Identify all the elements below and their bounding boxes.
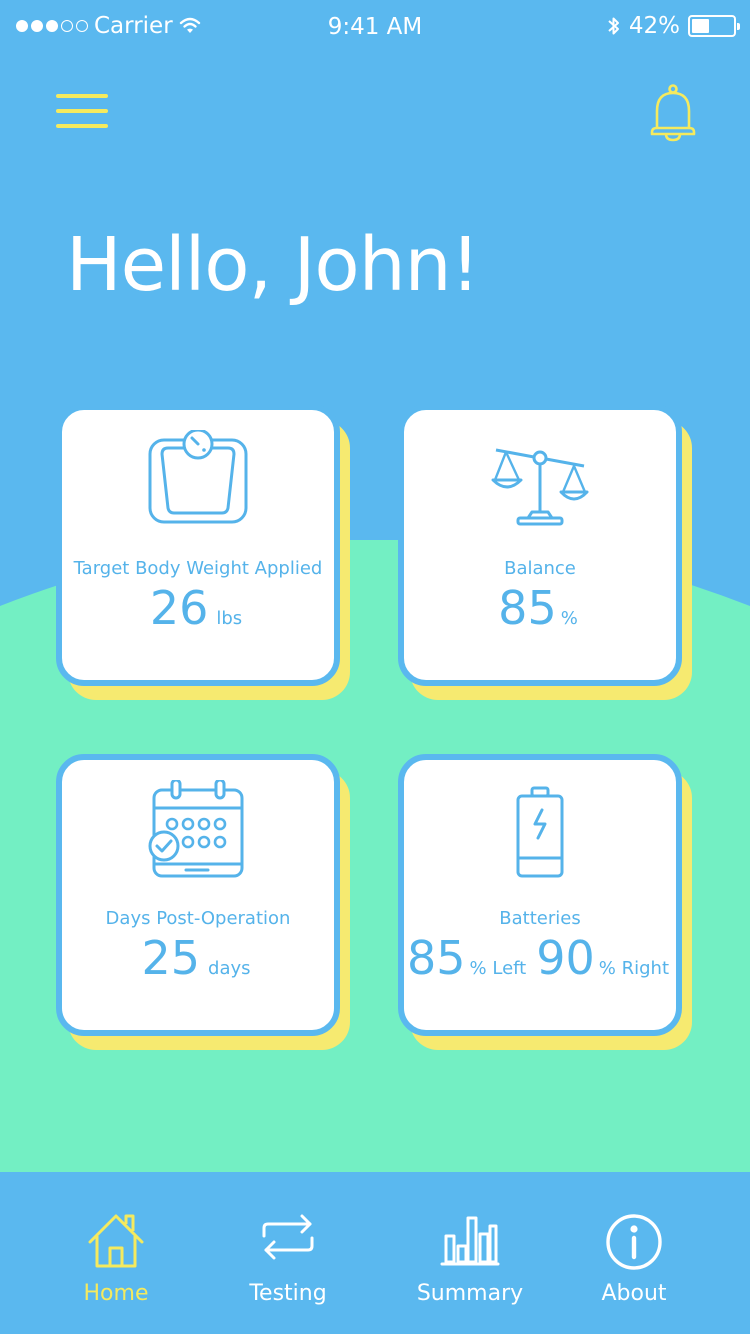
notification-button[interactable] — [646, 84, 700, 144]
batteries-value-row: 85 % Left 90 % Right — [404, 930, 676, 986]
battery-percent: 42% — [628, 13, 680, 39]
days-post-operation-card[interactable]: Days Post-Operation 25 days — [56, 754, 340, 1036]
weight-label: Target Body Weight Applied — [73, 558, 323, 579]
bell-icon — [650, 84, 696, 142]
balance-value: 85 — [498, 581, 557, 635]
balance-scale-icon — [491, 448, 589, 526]
target-weight-card[interactable]: Target Body Weight Applied 26 lbs — [56, 404, 340, 686]
balance-unit: % — [560, 608, 578, 629]
scale-icon — [148, 430, 248, 524]
info-icon — [606, 1214, 662, 1270]
nav-testing[interactable]: Testing — [213, 1172, 363, 1334]
batteries-label: Batteries — [499, 908, 581, 929]
home-icon — [88, 1214, 144, 1268]
bar-chart-icon — [440, 1216, 500, 1266]
home-screen: Carrier 9:41 AM 42% Hello, John! Target … — [0, 0, 750, 1334]
status-bar: Carrier 9:41 AM 42% — [0, 0, 750, 56]
weight-card-wrapper: Target Body Weight Applied 26 lbs — [56, 404, 350, 700]
balance-card-wrapper: Balance 85 % — [398, 404, 692, 700]
bottom-navigation: Home Testing Summary About — [0, 1172, 750, 1334]
days-value: 25 — [141, 931, 201, 985]
status-right: 42% — [607, 13, 740, 39]
nav-home-label: Home — [83, 1281, 149, 1306]
battery-right-unit: % Right — [598, 958, 670, 979]
swap-arrows-icon — [262, 1214, 314, 1260]
calendar-icon — [148, 780, 244, 878]
balance-card[interactable]: Balance 85 % — [398, 404, 682, 686]
days-value-row: 25 days — [62, 930, 334, 986]
nav-summary-label: Summary — [416, 1281, 524, 1306]
balance-value-row: 85 % — [404, 580, 676, 636]
battery-left-value: 85 — [406, 931, 466, 985]
battery-right-value: 90 — [536, 931, 595, 985]
days-label: Days Post-Operation — [105, 908, 291, 929]
nav-home[interactable]: Home — [41, 1172, 191, 1334]
batteries-card-wrapper: Batteries 85 % Left 90 % Right — [398, 754, 692, 1050]
menu-button[interactable] — [56, 92, 110, 132]
battery-left-unit: % Left — [469, 958, 527, 979]
battery-icon — [688, 15, 740, 37]
weight-value: 26 — [149, 581, 209, 635]
battery-icon — [516, 786, 564, 878]
nav-about-label: About — [601, 1281, 667, 1306]
weight-unit: lbs — [216, 608, 243, 629]
nav-about[interactable]: About — [559, 1172, 709, 1334]
batteries-card[interactable]: Batteries 85 % Left 90 % Right — [398, 754, 682, 1036]
days-unit: days — [208, 958, 251, 979]
weight-value-row: 26 lbs — [62, 580, 334, 636]
nav-testing-label: Testing — [249, 1281, 327, 1306]
bluetooth-icon — [608, 17, 619, 35]
days-card-wrapper: Days Post-Operation 25 days — [56, 754, 350, 1050]
greeting-title: Hello, John! — [66, 222, 480, 308]
nav-summary[interactable]: Summary — [395, 1172, 545, 1334]
balance-label: Balance — [504, 558, 576, 579]
